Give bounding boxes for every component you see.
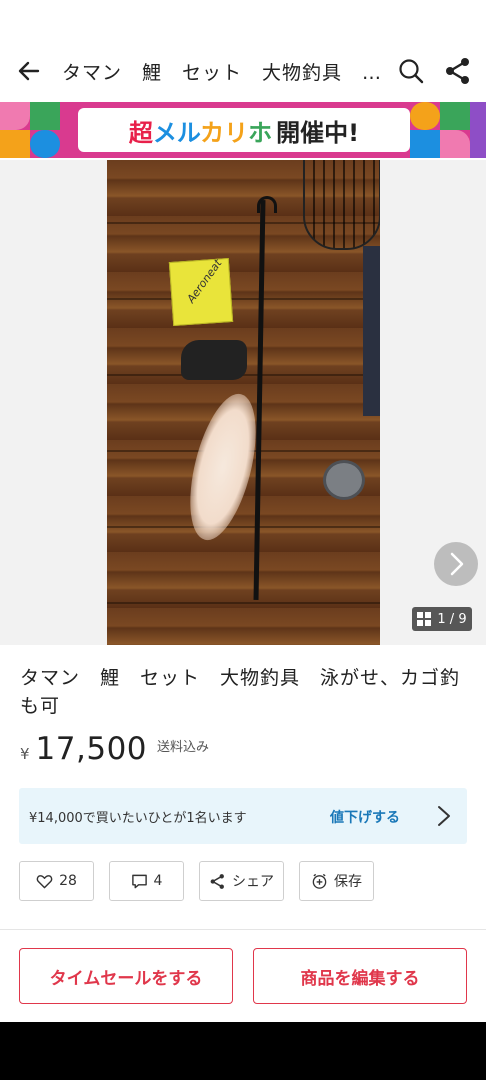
event-logo: 超メルカリホ <box>128 118 273 147</box>
time-sale-button[interactable]: タイムセールをする <box>19 948 233 1004</box>
banner-pattern <box>440 102 470 130</box>
item-photo[interactable]: Aeroneat <box>107 160 380 645</box>
floor-board-line <box>107 298 380 300</box>
banner-pattern <box>410 102 440 130</box>
item-title: タマン 鯉 セット 大物釣具 泳がせ、カゴ釣も可 <box>20 667 461 717</box>
arrow-left-icon[interactable] <box>14 56 44 86</box>
chevron-right-icon[interactable] <box>434 542 478 586</box>
event-status: 開催中! <box>276 118 360 147</box>
banner-pattern <box>0 102 30 130</box>
app-header: タマン 鯉 セット 大物釣具 … <box>0 44 486 98</box>
header-title: タマン 鯉 セット 大物釣具 … <box>62 62 383 84</box>
comment-icon <box>131 874 147 888</box>
item-actions: 28 4 シェア 保存 <box>19 861 374 901</box>
offer-message: ¥14,000で買いたいひとが1名います <box>29 811 247 826</box>
price-offer-banner[interactable]: ¥14,000で買いたいひとが1名います 値下げする <box>19 788 467 844</box>
photo-rod <box>253 199 266 601</box>
share-icon <box>210 873 224 889</box>
banner-pattern <box>440 130 470 158</box>
save-label: 保存 <box>334 874 362 890</box>
image-gallery[interactable]: Aeroneat <box>0 160 486 645</box>
like-count: 28 <box>59 873 77 889</box>
save-button[interactable]: 保存 <box>299 861 374 901</box>
price: ¥ 17,500 送料込み <box>20 731 209 767</box>
floor-board-line <box>107 602 380 604</box>
price-amount: 17,500 <box>35 731 148 767</box>
edit-item-button[interactable]: 商品を編集する <box>253 948 467 1004</box>
chevron-right-icon <box>438 806 450 826</box>
photo-object <box>363 246 380 416</box>
share-label: シェア <box>232 874 274 890</box>
share-button[interactable]: シェア <box>199 861 284 901</box>
grid-icon <box>417 612 432 626</box>
comment-button[interactable]: 4 <box>109 861 184 901</box>
banner-pattern <box>30 130 60 158</box>
like-button[interactable]: 28 <box>19 861 94 901</box>
image-counter-text: 1 / 9 <box>437 611 467 627</box>
photo-reel <box>181 340 247 380</box>
lower-price-link[interactable]: 値下げする <box>330 807 400 827</box>
comment-count: 4 <box>153 873 163 889</box>
banner-pattern <box>0 130 30 158</box>
promo-banner[interactable]: 超メルカリホ 開催中! <box>0 102 486 158</box>
banner-pattern <box>30 102 60 130</box>
search-icon[interactable] <box>396 56 426 86</box>
share-icon[interactable] <box>443 56 473 86</box>
shipping-label: 送料込み <box>157 740 210 755</box>
photo-box-label: Aeroneat <box>184 257 225 306</box>
status-bar <box>0 0 486 44</box>
currency-symbol: ¥ <box>20 745 30 763</box>
save-icon <box>312 873 327 889</box>
floor-board-line <box>107 526 380 528</box>
photo-reel-box: Aeroneat <box>168 257 234 327</box>
banner-pattern <box>410 130 440 158</box>
heart-icon <box>36 874 53 888</box>
divider <box>0 929 486 930</box>
image-counter: 1 / 9 <box>412 607 472 631</box>
banner-pattern <box>470 102 486 158</box>
banner-pill: 超メルカリホ 開催中! <box>78 108 410 152</box>
system-nav-bar <box>0 1022 486 1080</box>
photo-basket <box>303 160 380 250</box>
photo-cup <box>323 460 365 500</box>
